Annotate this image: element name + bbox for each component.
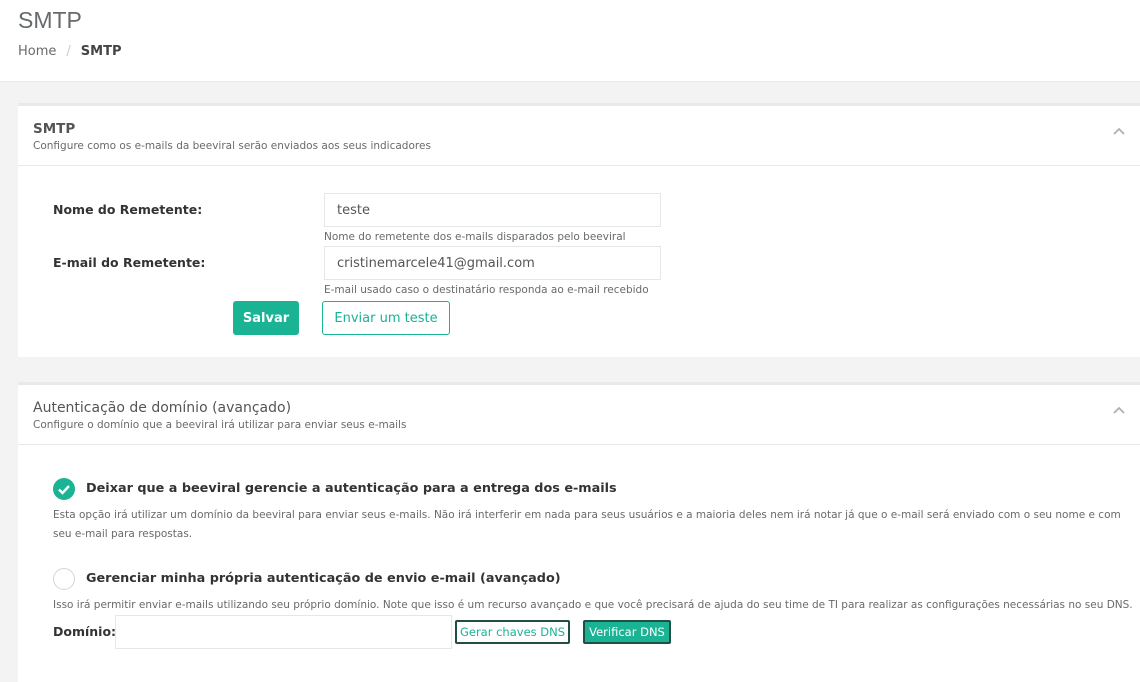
save-button[interactable]: Salvar	[233, 301, 299, 335]
domain-panel-subtitle: Configure o domínio que a beeviral irá u…	[33, 419, 407, 431]
own-auth-description: Isso irá permitir enviar e-mails utiliza…	[53, 599, 1133, 611]
managed-auth-label[interactable]: Deixar que a beeviral gerencie a autenti…	[86, 481, 617, 496]
own-auth-label[interactable]: Gerenciar minha própria autenticação de …	[86, 571, 561, 586]
verify-dns-button[interactable]: Verificar DNS	[583, 620, 671, 644]
send-test-button[interactable]: Enviar um teste	[322, 301, 450, 335]
check-icon	[58, 485, 70, 495]
breadcrumb: Home / SMTP	[18, 44, 121, 59]
smtp-panel: SMTP Configure como os e-mails da beevir…	[18, 103, 1140, 357]
managed-auth-desc-line2: seu e-mail para respostas.	[53, 528, 193, 540]
domain-panel-header: Autenticação de domínio (avançado) Confi…	[18, 385, 1140, 445]
breadcrumb-home-link[interactable]: Home	[18, 44, 56, 59]
sender-name-help: Nome do remetente dos e-mails disparados…	[324, 231, 626, 243]
domain-input[interactable]	[115, 615, 452, 649]
managed-auth-radio[interactable]	[53, 478, 75, 500]
generate-dns-keys-button[interactable]: Gerar chaves DNS	[455, 620, 570, 644]
sender-name-input[interactable]	[324, 193, 661, 227]
managed-auth-description: Esta opção irá utilizar um domínio da be…	[53, 506, 1133, 544]
chevron-up-icon[interactable]	[1112, 405, 1126, 415]
page-header: SMTP Home / SMTP	[0, 0, 1140, 82]
domain-label: Domínio:	[53, 624, 117, 639]
smtp-panel-subtitle: Configure como os e-mails da beeviral se…	[33, 140, 431, 152]
chevron-up-icon[interactable]	[1112, 126, 1126, 136]
sender-name-label: Nome do Remetente:	[53, 202, 203, 217]
breadcrumb-current: SMTP	[80, 44, 122, 59]
page-title: SMTP	[18, 7, 82, 33]
own-auth-radio[interactable]	[53, 568, 75, 590]
managed-auth-desc-line1: Esta opção irá utilizar um domínio da be…	[53, 509, 1121, 521]
smtp-panel-header: SMTP Configure como os e-mails da beevir…	[18, 106, 1140, 166]
breadcrumb-separator: /	[66, 44, 71, 59]
sender-email-input[interactable]	[324, 246, 661, 280]
domain-panel-title: Autenticação de domínio (avançado)	[33, 400, 292, 416]
sender-email-help: E-mail usado caso o destinatário respond…	[324, 284, 649, 296]
sender-email-label: E-mail do Remetente:	[53, 255, 206, 270]
domain-auth-panel: Autenticação de domínio (avançado) Confi…	[18, 382, 1140, 682]
smtp-panel-title: SMTP	[33, 121, 76, 137]
